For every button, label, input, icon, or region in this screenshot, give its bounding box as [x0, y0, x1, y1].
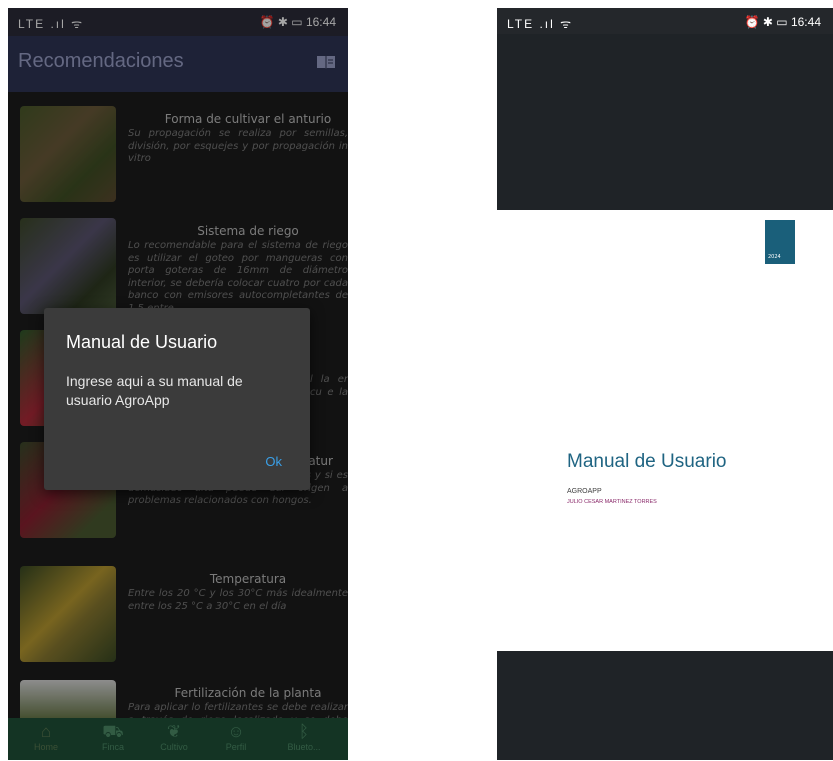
- document-author: JULIO CESAR MARTINEZ TORRES: [567, 499, 657, 505]
- dialog-message: Ingrese aqui a su manual de usuario Agro…: [66, 373, 243, 408]
- status-bar: LTE .ıl ᯤ ⏰ ✱ ▭ 16:44: [497, 8, 833, 34]
- manual-dialog: Manual de Usuario Ingrese aqui a su manu…: [44, 308, 310, 490]
- viewer-bottom-bar: [497, 651, 833, 760]
- cover-year-tab: 2024: [765, 220, 795, 264]
- cover-year: 2024: [768, 254, 781, 260]
- document-title: Manual de Usuario: [567, 451, 727, 472]
- dialog-title: Manual de Usuario: [66, 332, 218, 352]
- app-screen: LTE .ıl ᯤ ⏰ ✱ ▭ 16:44 Recomendaciones Fo…: [8, 8, 348, 760]
- status-bar-time: ⏰ ✱ ▭ 16:44: [744, 15, 821, 29]
- status-bar-signal: LTE .ıl ᯤ: [507, 17, 574, 31]
- pdf-viewer-screen: LTE .ıl ᯤ ⏰ ✱ ▭ 16:44 2024 Manual de Usu…: [497, 8, 833, 760]
- document-subtitle: AGROAPP: [567, 488, 602, 495]
- viewer-top-bar: LTE .ıl ᯤ ⏰ ✱ ▭ 16:44: [497, 8, 833, 210]
- dialog-ok-button[interactable]: Ok: [265, 454, 282, 469]
